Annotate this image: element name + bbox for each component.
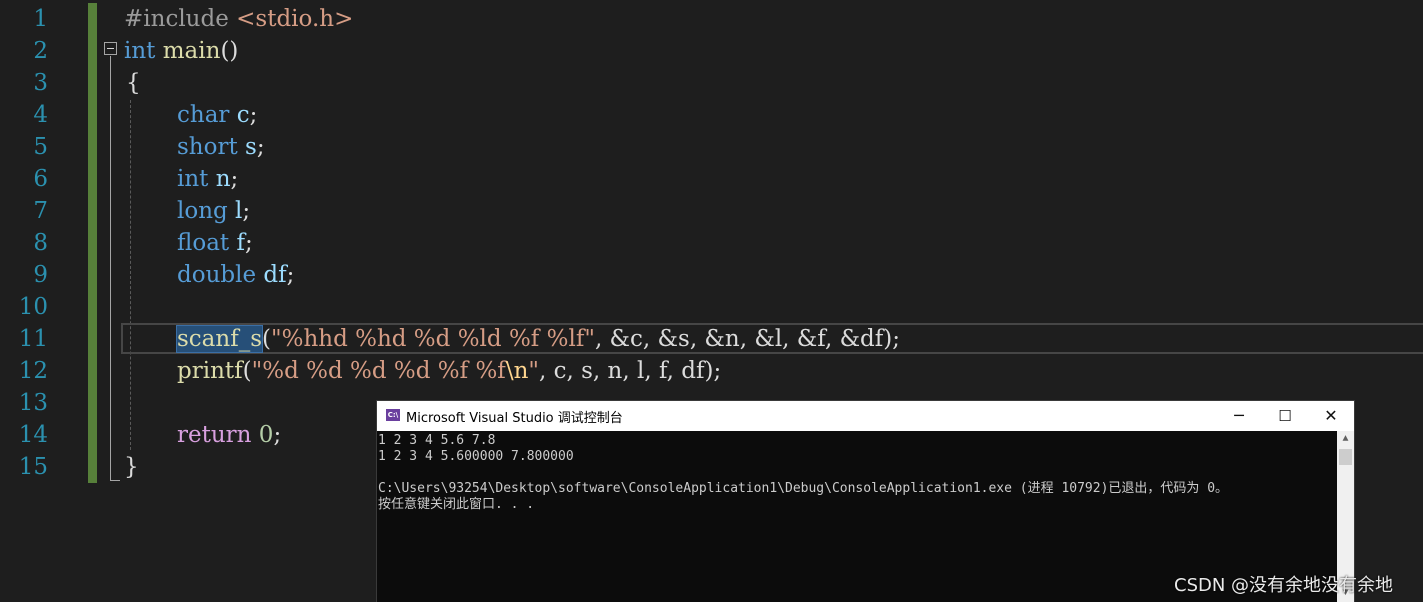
semicolon: ; — [249, 102, 258, 128]
include-header: <stdio.h> — [228, 6, 354, 32]
code-line-3[interactable]: { — [126, 67, 141, 99]
line-number: 4 — [33, 102, 48, 128]
variable: n — [208, 166, 231, 192]
semicolon: ; — [286, 262, 295, 288]
variable: f — [229, 230, 245, 256]
console-line: 按任意键关闭此窗口. . . — [378, 497, 535, 512]
line-number: 6 — [33, 166, 48, 192]
line-number: 14 — [18, 422, 48, 448]
return-value: 0 — [251, 422, 274, 448]
code-line-8[interactable]: float f; — [177, 227, 253, 259]
variable: l — [227, 198, 243, 224]
close-brace: } — [124, 454, 139, 480]
code-line-4[interactable]: char c; — [177, 99, 257, 131]
open-brace: { — [126, 70, 141, 96]
semicolon: ; — [230, 166, 239, 192]
minimize-button[interactable]: ─ — [1216, 401, 1262, 431]
keyword: int — [124, 38, 156, 64]
function-name: printf — [177, 358, 243, 384]
line-number: 12 — [18, 358, 48, 384]
line-number: 7 — [33, 198, 48, 224]
fold-region-line — [110, 56, 111, 480]
code-line-11[interactable]: scanf_s("%hhd %hd %d %ld %f %lf", &c, &s… — [175, 323, 901, 355]
console-line: C:\Users\93254\Desktop\software\ConsoleA… — [378, 481, 1229, 496]
variable: s — [237, 134, 257, 160]
semicolon: ; — [273, 422, 282, 448]
scroll-thumb[interactable] — [1339, 449, 1352, 465]
line-number: 1 — [33, 6, 48, 32]
variable: df — [256, 262, 287, 288]
open-paren: ( — [242, 358, 252, 384]
selected-function-name[interactable]: scanf_s — [175, 325, 264, 353]
line-number: 10 — [18, 294, 48, 320]
preprocessor-directive: #include — [124, 6, 229, 32]
line-number: 5 — [33, 134, 48, 160]
indent-guide — [130, 100, 131, 450]
fold-region-end — [110, 480, 120, 481]
line-number: 3 — [33, 70, 48, 96]
parentheses: () — [220, 38, 239, 64]
keyword: long — [177, 198, 228, 224]
code-line-15[interactable]: } — [124, 451, 139, 483]
arguments: , &c, &s, &n, &l, &f, &df — [594, 326, 884, 352]
code-line-1[interactable]: #include <stdio.h> — [124, 3, 353, 35]
format-string-end: " — [528, 358, 539, 384]
keyword: short — [177, 134, 238, 160]
line-number-gutter: 1 2 3 4 5 6 7 8 9 10 11 12 13 14 15 — [0, 0, 88, 602]
return-keyword: return — [177, 422, 252, 448]
line-number: 15 — [18, 454, 48, 480]
line-number: 13 — [18, 390, 48, 416]
semicolon: ; — [242, 198, 251, 224]
collapse-toggle-icon[interactable] — [104, 42, 117, 55]
line-number: 8 — [33, 230, 48, 256]
arguments: , c, s, n, l, f, df — [538, 358, 705, 384]
function-name: main — [155, 38, 221, 64]
code-line-9[interactable]: double df; — [177, 259, 294, 291]
close-paren: ); — [704, 358, 722, 384]
code-line-5[interactable]: short s; — [177, 131, 265, 163]
semicolon: ; — [256, 134, 265, 160]
scroll-up-arrow-icon[interactable]: ▲ — [1337, 431, 1354, 448]
keyword: double — [177, 262, 257, 288]
open-paren: ( — [262, 326, 272, 352]
maximize-button[interactable]: ☐ — [1262, 401, 1308, 431]
keyword: int — [177, 166, 209, 192]
keyword: float — [177, 230, 230, 256]
code-line-7[interactable]: long l; — [177, 195, 250, 227]
line-number: 11 — [18, 326, 48, 352]
change-tracking-bar — [88, 3, 97, 483]
code-line-14[interactable]: return 0; — [177, 419, 281, 451]
console-line: 1 2 3 4 5.6 7.8 — [378, 433, 496, 448]
close-paren: ); — [883, 326, 901, 352]
console-title-bar[interactable]: C:\ Microsoft Visual Studio 调试控制台 ─ ☐ ✕ — [377, 401, 1354, 431]
console-title: Microsoft Visual Studio 调试控制台 — [406, 411, 623, 426]
console-app-icon: C:\ — [386, 409, 400, 421]
code-line-12[interactable]: printf("%d %d %d %d %f %f\n", c, s, n, l… — [177, 355, 721, 387]
semicolon: ; — [244, 230, 253, 256]
code-line-6[interactable]: int n; — [177, 163, 238, 195]
variable: c — [229, 102, 250, 128]
code-line-2[interactable]: int main() — [124, 35, 238, 67]
line-number: 9 — [33, 262, 48, 288]
escape-sequence: \n — [505, 358, 529, 384]
format-string: "%hhd %hd %d %ld %f %lf" — [271, 326, 595, 352]
line-number: 2 — [33, 38, 48, 64]
close-button[interactable]: ✕ — [1308, 401, 1354, 431]
format-string: "%d %d %d %d %f %f — [251, 358, 506, 384]
keyword: char — [177, 102, 230, 128]
watermark: CSDN @没有余地没有余地 — [1174, 575, 1394, 596]
console-line: 1 2 3 4 5.600000 7.800000 — [378, 449, 574, 464]
